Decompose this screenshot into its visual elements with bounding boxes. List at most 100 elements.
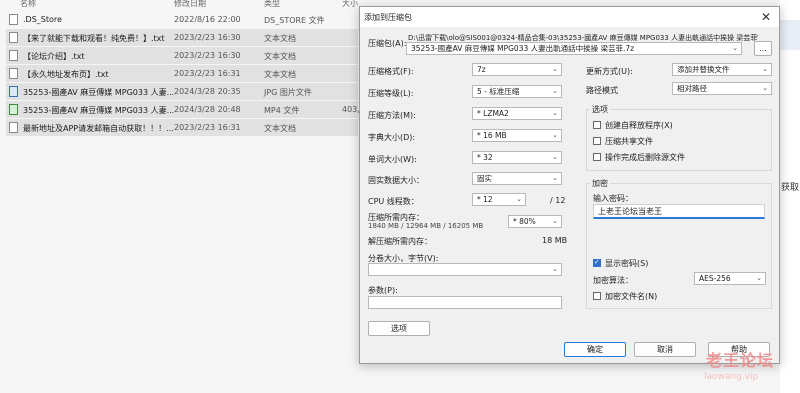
browse-button[interactable]: ... (754, 41, 772, 56)
file-date: 2024/3/28 20:48 (174, 105, 241, 114)
file-row[interactable]: .DS_Store 2022/8/16 22:00 DS_STORE 文件 (6, 11, 358, 28)
level-label: 压缩等级(L): (368, 89, 414, 98)
delete-after-checkbox[interactable] (593, 153, 601, 161)
column-header-type[interactable]: 类型 (264, 0, 324, 10)
archive-name-value: 35253-國產AV 麻豆傳媒 MPG033 人妻出軌通話中挨操 梁芸菲.7z (411, 44, 635, 53)
file-type: 文本文档 (264, 52, 296, 61)
file-icon (9, 14, 18, 25)
file-date: 2023/2/23 16:31 (174, 69, 241, 78)
delete-after-label: 操作完成后删除源文件 (605, 153, 685, 162)
encryption-group-title: 加密 (590, 178, 610, 189)
ok-button[interactable]: 确定 (564, 342, 626, 357)
chevron-down-icon: ⌄ (552, 217, 558, 225)
word-size-select[interactable]: * 32 ⌄ (472, 151, 562, 164)
cancel-button[interactable]: 取消 (634, 342, 696, 357)
file-type: 文本文档 (264, 34, 296, 43)
path-mode-select[interactable]: 相对路径 ⌄ (672, 82, 772, 95)
file-name: 35253-國產AV 麻豆傳媒 MPG033 人妻... (23, 106, 175, 115)
file-type: MP4 文件 (264, 106, 300, 115)
file-date: 2023/2/23 16:30 (174, 33, 241, 42)
file-row[interactable]: 【来了就能下载和观看！纯免费！】.txt 2023/2/23 16:30 文本文档 (6, 29, 358, 46)
watermark-text: 老王论坛 (706, 351, 775, 370)
file-row[interactable]: 【永久地址发布页】.txt 2023/2/23 16:31 文本文档 (6, 65, 358, 82)
chevron-down-icon: ⌄ (762, 84, 768, 92)
encryption-method-label: 加密算法： (593, 276, 633, 285)
dialog-title: 添加到压缩包 (364, 13, 412, 22)
archive-label: 压缩包(A): (368, 39, 407, 48)
text-file-icon (9, 32, 18, 43)
chevron-down-icon: ⌄ (552, 109, 558, 117)
chevron-down-icon: ⌄ (732, 44, 738, 52)
level-value: 5 - 标准压缩 (477, 87, 520, 96)
decompress-memory-label: 解压缩所需内存： (368, 237, 432, 246)
cpu-threads-select[interactable]: * 12 ⌄ (472, 193, 526, 206)
chevron-down-icon: ⌄ (516, 195, 522, 203)
method-select[interactable]: * LZMA2 ⌄ (472, 107, 562, 120)
column-header-date[interactable]: 修改日期 (174, 0, 254, 10)
show-password-label: 显示密码(S) (605, 259, 649, 268)
cpu-threads-value: * 12 (477, 195, 493, 204)
archive-name-combo[interactable]: 35253-國產AV 麻豆傳媒 MPG033 人妻出軌通話中挨操 梁芸菲.7z ⌄ (406, 42, 742, 55)
chevron-down-icon: ⌄ (552, 174, 558, 182)
memory-detail: 1840 MB / 12964 MB / 16205 MB (368, 222, 484, 230)
method-label: 压缩方法(M): (368, 111, 416, 120)
password-label: 输入密码： (593, 194, 633, 203)
file-type: DS_STORE 文件 (264, 16, 325, 25)
dictionary-select[interactable]: * 16 MB ⌄ (472, 129, 562, 142)
column-header-size[interactable]: 大小 (342, 0, 358, 10)
file-date: 2023/2/23 16:31 (174, 123, 241, 132)
memory-usage-select[interactable]: * 80% ⌄ (508, 215, 562, 228)
path-mode-label: 路径模式 (586, 86, 618, 95)
dictionary-label: 字典大小(D): (368, 133, 416, 142)
encryption-method-value: AES-256 (699, 274, 731, 283)
update-mode-select[interactable]: 添加并替换文件 ⌄ (672, 63, 772, 76)
solid-select[interactable]: 固实 ⌄ (472, 172, 562, 185)
level-select[interactable]: 5 - 标准压缩 ⌄ (472, 85, 562, 98)
shared-files-label: 压缩共享文件 (605, 137, 653, 146)
image-file-icon (9, 86, 18, 97)
right-pane-text: 获取 (781, 183, 800, 193)
file-row[interactable]: 【论坛介绍】.txt 2023/2/23 16:30 文本文档 (6, 47, 358, 64)
video-file-icon (9, 104, 18, 115)
file-date: 2024/3/28 20:35 (174, 87, 241, 96)
chevron-down-icon: ⌄ (552, 153, 558, 161)
file-type: 文本文档 (264, 70, 296, 79)
shared-files-checkbox[interactable] (593, 137, 601, 145)
file-size: 403, (342, 105, 360, 114)
chevron-down-icon: ⌄ (552, 131, 558, 139)
chevron-down-icon: ⌄ (552, 87, 558, 95)
update-mode-value: 添加并替换文件 (677, 65, 730, 74)
sfx-checkbox[interactable] (593, 121, 601, 129)
path-mode-value: 相对路径 (677, 84, 707, 93)
password-input[interactable]: 上老王论坛当老王 (593, 204, 765, 219)
encryption-method-select[interactable]: AES-256 ⌄ (694, 272, 766, 285)
format-select[interactable]: 7z ⌄ (472, 63, 562, 76)
cpu-threads-label: CPU 线程数： (368, 197, 419, 206)
file-name: .DS_Store (23, 15, 62, 24)
file-date: 2022/8/16 22:00 (174, 15, 241, 24)
format-value: 7z (477, 65, 486, 74)
format-label: 压缩格式(F): (368, 67, 414, 76)
chevron-down-icon: ⌄ (552, 65, 558, 73)
decompress-memory-value: 18 MB (542, 236, 568, 245)
solid-value: 固实 (477, 174, 492, 183)
file-row[interactable]: 最新地址及APP请发邮箱自动获取！！！... 2023/2/23 16:31 文本文… (6, 119, 358, 136)
options-button[interactable]: 选项 (368, 321, 430, 336)
memory-usage-value: * 80% (513, 217, 536, 226)
file-row[interactable]: 35253-國產AV 麻豆傳媒 MPG033 人妻... 2024/3/28 20… (6, 101, 360, 118)
file-row[interactable]: 35253-國產AV 麻豆傳媒 MPG033 人妻... 2024/3/28 20… (6, 83, 358, 100)
close-icon[interactable]: ✕ (761, 10, 771, 24)
split-size-select[interactable]: ⌄ (368, 263, 562, 276)
options-group-title: 选项 (590, 104, 610, 115)
word-size-value: * 32 (477, 153, 493, 162)
right-pane: 获取 (780, 0, 800, 393)
word-size-label: 单词大小(W): (368, 155, 417, 164)
method-value: * LZMA2 (477, 109, 509, 118)
encrypt-names-checkbox[interactable] (593, 292, 601, 300)
file-name: 【永久地址发布页】.txt (23, 70, 109, 79)
chevron-down-icon: ⌄ (552, 265, 558, 273)
right-pane-panel (780, 20, 800, 50)
column-header-name[interactable]: 名称 (20, 0, 160, 10)
show-password-checkbox[interactable] (593, 258, 601, 267)
params-input[interactable] (368, 296, 562, 309)
